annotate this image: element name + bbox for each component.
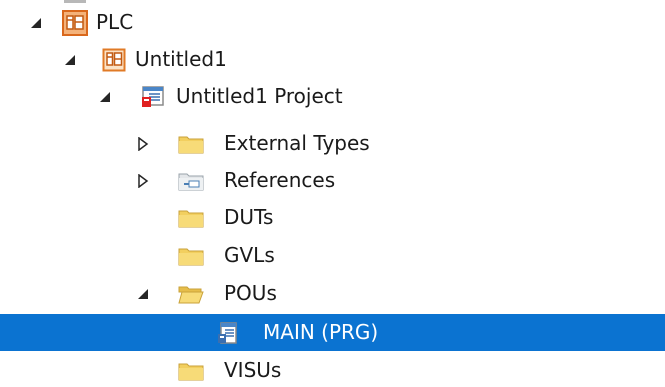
tree-node-label: PLC — [96, 10, 134, 34]
scroll-edge — [64, 0, 86, 3]
tree-node-label: GVLs — [224, 243, 275, 267]
expanded-arrow-icon[interactable] — [97, 78, 113, 115]
solution-tree: PLC Untitled1 Untitled1 Project External… — [0, 0, 665, 387]
program-icon — [214, 314, 242, 351]
tree-node-main-prg[interactable]: MAIN (PRG) — [0, 314, 665, 351]
plc-project-icon — [100, 41, 128, 78]
project-icon — [139, 78, 167, 115]
folder-icon — [177, 352, 205, 387]
plc-icon — [61, 4, 89, 41]
tree-node-label: Untitled1 Project — [176, 84, 343, 108]
folder-icon — [177, 125, 205, 162]
collapsed-arrow-icon[interactable] — [135, 125, 151, 162]
tree-node-label: MAIN (PRG) — [263, 320, 379, 344]
tree-node-label: External Types — [224, 131, 370, 155]
tree-node-plc[interactable]: PLC — [0, 4, 665, 41]
references-icon — [177, 162, 205, 199]
tree-node-untitled1-project[interactable]: Untitled1 Project — [0, 78, 665, 115]
tree-node-gvls[interactable]: GVLs — [0, 237, 665, 274]
expanded-arrow-icon[interactable] — [28, 4, 44, 41]
tree-node-references[interactable]: References — [0, 162, 665, 199]
tree-node-untitled1[interactable]: Untitled1 — [0, 41, 665, 78]
folder-icon — [177, 237, 205, 274]
tree-node-pous[interactable]: POUs — [0, 275, 665, 312]
expanded-arrow-icon[interactable] — [135, 275, 151, 312]
tree-node-label: POUs — [224, 281, 277, 305]
expanded-arrow-icon[interactable] — [62, 41, 78, 78]
folder-open-icon — [177, 275, 205, 312]
tree-node-duts[interactable]: DUTs — [0, 199, 665, 236]
tree-node-label: Untitled1 — [135, 47, 227, 71]
tree-node-label: VISUs — [224, 358, 282, 382]
tree-node-external-types[interactable]: External Types — [0, 125, 665, 162]
tree-node-label: DUTs — [224, 205, 274, 229]
collapsed-arrow-icon[interactable] — [135, 162, 151, 199]
folder-icon — [177, 199, 205, 236]
tree-node-label: References — [224, 168, 336, 192]
tree-node-visus[interactable]: VISUs — [0, 352, 665, 387]
